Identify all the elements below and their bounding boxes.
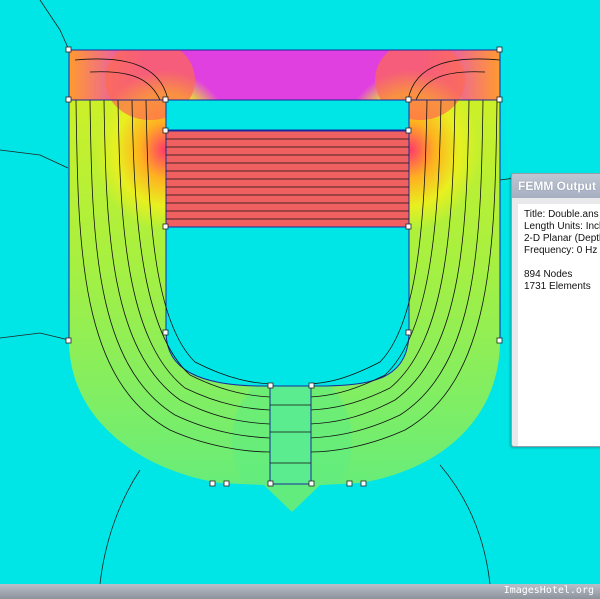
output-line-length-units: Length Units: Inches <box>524 221 600 232</box>
output-line-planar: 2-D Planar (Depth <box>524 233 600 244</box>
output-element-count: 1731 Elements <box>524 281 591 292</box>
output-line-title: Title: Double.ans <box>524 209 599 220</box>
watermark: ImagesHotel.org <box>503 585 594 596</box>
field-plot <box>0 0 516 585</box>
output-line-frequency: Frequency: 0 Hz <box>524 245 598 256</box>
core-window <box>165 225 410 387</box>
output-node-count: 894 Nodes <box>524 269 573 280</box>
center-leg <box>269 385 312 485</box>
upper-slot <box>166 100 409 130</box>
femm-output-text: Title: Double.ans Length Units: Inches 2… <box>518 204 600 446</box>
femm-output-title[interactable]: FEMM Output <box>512 174 600 198</box>
femm-output-window[interactable]: FEMM Output Title: Double.ans Length Uni… <box>511 173 600 447</box>
